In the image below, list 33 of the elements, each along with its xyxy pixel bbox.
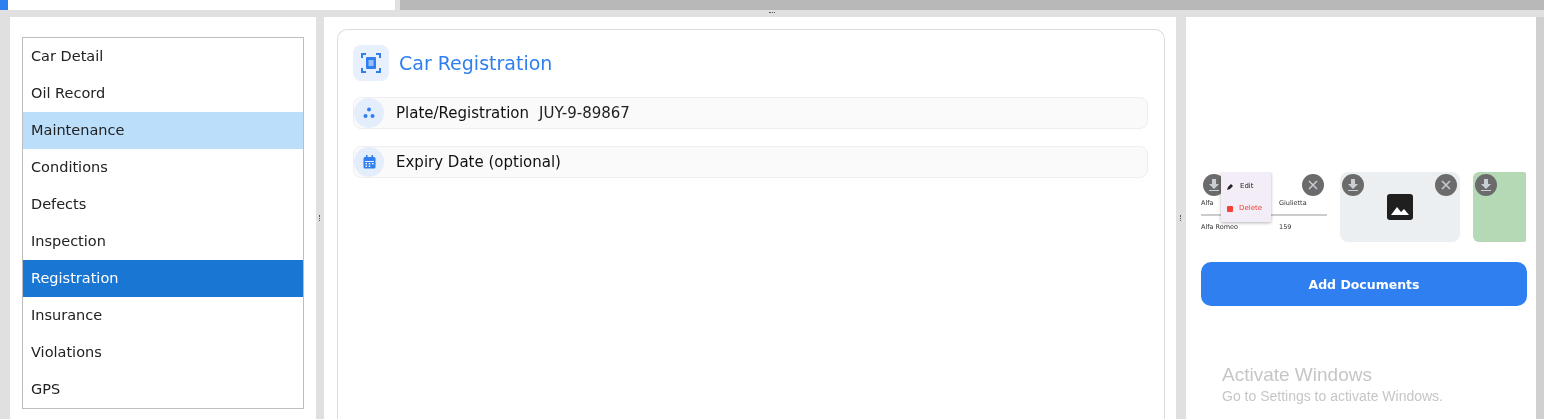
field-value: JUY-9-89867 (539, 104, 630, 122)
sidebar-item[interactable]: Inspection (23, 223, 303, 260)
close-icon[interactable] (1302, 174, 1324, 196)
splitter-handle-icon[interactable] (318, 215, 322, 221)
document-scan-icon (353, 45, 389, 81)
dots-icon (354, 98, 384, 128)
form-field[interactable]: Expiry Date (optional) (353, 146, 1148, 178)
sidebar-item[interactable]: Oil Record (23, 75, 303, 112)
photo-placeholder[interactable] (1473, 172, 1526, 242)
sidebar-item[interactable]: Violations (23, 334, 303, 371)
form-field[interactable]: Plate/Registration JUY-9-89867 (353, 97, 1148, 129)
sidebar-item[interactable]: Car Detail (23, 38, 303, 75)
card-title: Car Registration (399, 52, 553, 74)
sidebar-item[interactable]: Conditions (23, 149, 303, 186)
image-icon (1387, 194, 1413, 220)
calendar-icon (354, 147, 384, 177)
pencil-icon (1227, 182, 1234, 190)
sidebar-item[interactable]: Maintenance (23, 112, 303, 149)
image-placeholder[interactable] (1340, 172, 1460, 242)
splitter-handle-icon[interactable] (769, 12, 775, 15)
sidebar-item[interactable]: Defects (23, 186, 303, 223)
sidebar-item[interactable]: Registration (23, 260, 303, 297)
scrollbar[interactable] (1536, 17, 1544, 419)
activation-notice-title: Activate Windows (1222, 364, 1373, 386)
activation-notice-text: Go to Settings to activate Windows. (1222, 388, 1443, 404)
field-label: Plate/Registration (396, 104, 530, 122)
field-label: Expiry Date (optional) (396, 153, 561, 171)
add-documents-button[interactable]: Add Documents (1201, 262, 1527, 306)
splitter-handle-icon[interactable] (1179, 215, 1183, 221)
sidebar-item[interactable]: GPS (23, 371, 303, 408)
sidebar-item[interactable]: Insurance (23, 297, 303, 334)
trash-icon (1227, 204, 1233, 212)
accent-bar (0, 0, 8, 10)
